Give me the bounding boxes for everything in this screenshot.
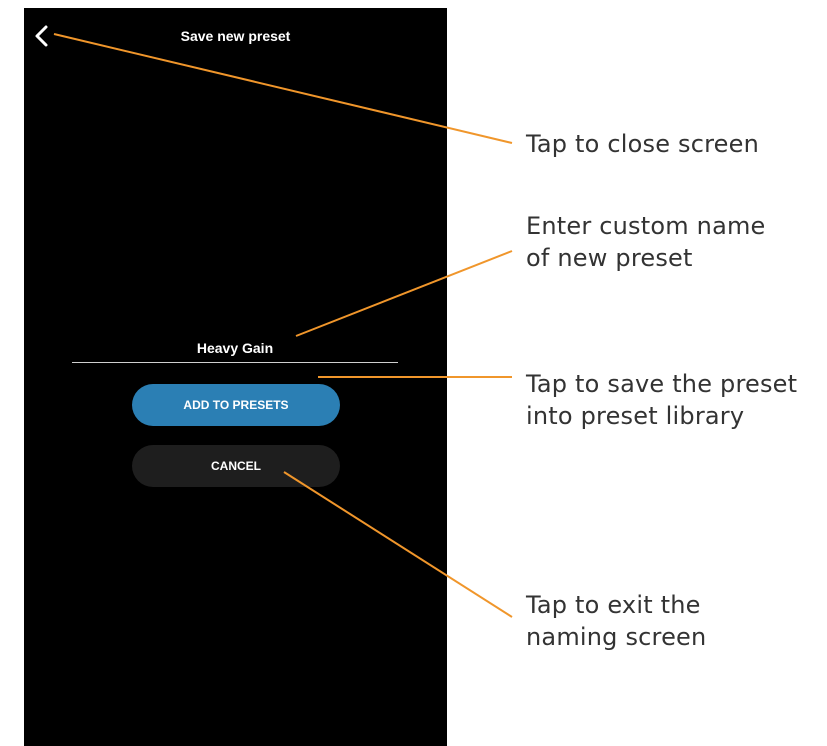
callout-save-preset: Tap to save the preset into preset libra… bbox=[526, 370, 798, 430]
add-to-presets-button[interactable]: ADD TO PRESETS bbox=[132, 384, 340, 426]
screen-title: Save new preset bbox=[180, 28, 291, 44]
callout-exit-naming: Tap to exit the naming screen bbox=[526, 591, 707, 651]
callout-close-screen: Tap to close screen bbox=[526, 130, 760, 158]
phone-screen: Save new preset Heavy Gain ADD TO PRESET… bbox=[24, 8, 447, 746]
cancel-button[interactable]: CANCEL bbox=[132, 445, 340, 487]
preset-name-input[interactable]: Heavy Gain bbox=[72, 338, 398, 363]
callout-enter-name: Enter custom name of new preset bbox=[526, 212, 766, 272]
annotated-screenshot: Save new preset Heavy Gain ADD TO PRESET… bbox=[0, 0, 827, 746]
